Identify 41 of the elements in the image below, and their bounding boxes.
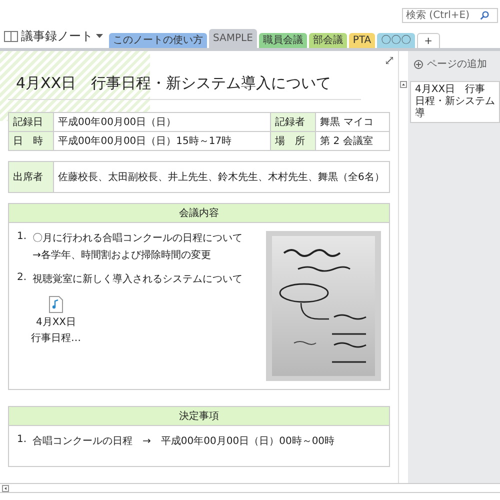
field-value: 佐藤校長、太田副校長、井上先生、鈴木先生、木村先生、舞黒（全6名） bbox=[54, 162, 390, 192]
section-heading: 会議内容 bbox=[9, 204, 389, 223]
page-title: 4月XX日 行事日程・新システム導入について bbox=[8, 67, 362, 100]
attachment-name[interactable]: 行事日程… bbox=[31, 331, 81, 345]
section-tab[interactable]: 職員会議 bbox=[258, 33, 307, 48]
field-label: 場 所 bbox=[270, 132, 316, 150]
section-tab[interactable]: 〇〇〇 bbox=[377, 33, 416, 48]
field-value: 舞黒 マイコ bbox=[316, 112, 390, 132]
section-tab[interactable]: PTA bbox=[348, 33, 376, 48]
field-label: 出席者 bbox=[8, 162, 54, 192]
section-tab[interactable]: このノートの使い方 bbox=[109, 33, 207, 48]
list-text: 視聴覚室に新しく導入されるシステムについて bbox=[32, 272, 243, 286]
caret-icon[interactable] bbox=[96, 34, 103, 39]
section-tab[interactable]: 部会議 bbox=[308, 33, 347, 48]
list-number: 1. bbox=[17, 231, 27, 244]
add-icon bbox=[414, 60, 423, 68]
field-label: 記録日 bbox=[8, 112, 54, 132]
field-label: 記録者 bbox=[270, 112, 316, 132]
expand-icon[interactable] bbox=[386, 57, 393, 64]
field-value: 平成00年00月00日（日） bbox=[54, 112, 271, 132]
scroll-left-icon[interactable] bbox=[2, 484, 9, 492]
list-text: →各学年、時間割および掃除時間の変更 bbox=[32, 248, 212, 262]
list-text: 合唱コンクールの日程 → 平成00年00月00日（日）00時～00時 bbox=[32, 434, 335, 448]
search-icon[interactable] bbox=[480, 11, 489, 20]
notebook-icon bbox=[4, 31, 18, 42]
field-label: 日 時 bbox=[8, 132, 54, 150]
list-text: 〇月に行われる合唱コンクールの日程について bbox=[32, 232, 243, 245]
page-item[interactable]: 4月XX日 行事日程・新システム導 bbox=[410, 81, 500, 123]
new-section-tab[interactable]: + bbox=[417, 33, 440, 48]
field-value: 第 2 会議室 bbox=[316, 132, 390, 150]
scroll-up-icon[interactable] bbox=[400, 81, 407, 88]
attachment-name[interactable]: 4月XX日 bbox=[36, 315, 76, 329]
section-tab[interactable]: SAMPLE bbox=[209, 29, 257, 48]
section-heading: 決定事項 bbox=[9, 407, 389, 426]
field-value: 平成00年00月00日（日）15時～17時 bbox=[54, 132, 271, 150]
add-page-button[interactable]: ページの追加 bbox=[408, 55, 500, 73]
list-number: 1. bbox=[17, 434, 27, 447]
list-number: 2. bbox=[17, 272, 27, 285]
audio-file-icon[interactable] bbox=[49, 296, 63, 313]
notebook-title[interactable]: 議事録ノート bbox=[21, 28, 93, 45]
search-field[interactable]: 検索 (Ctrl+E) bbox=[402, 8, 498, 23]
